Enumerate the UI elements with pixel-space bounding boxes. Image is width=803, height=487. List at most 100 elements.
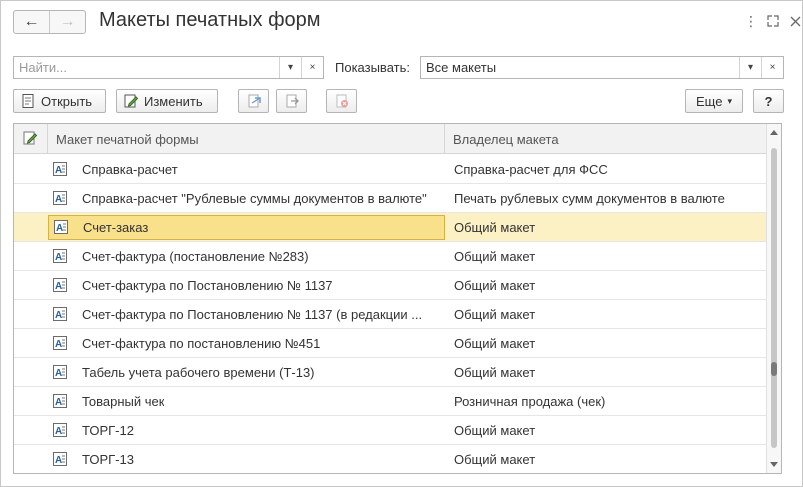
row-marker-cell	[14, 271, 48, 300]
template-name-cell[interactable]: A Табель учета рабочего времени (Т-13)	[48, 358, 445, 386]
svg-text:A: A	[55, 165, 62, 176]
navigation-buttons: ← →	[13, 10, 86, 34]
help-button[interactable]: ?	[753, 89, 784, 113]
import-button[interactable]	[238, 89, 269, 113]
template-owner-cell: Общий макет	[454, 451, 536, 467]
template-name-cell[interactable]: A ТОРГ-12	[48, 416, 445, 444]
template-owner-cell: Общий макет	[454, 364, 536, 380]
table-row[interactable]: A Счет-заказ Общий макет	[14, 213, 767, 242]
row-marker-cell	[14, 300, 48, 329]
row-marker-cell	[14, 445, 48, 474]
template-name-cell[interactable]: A Справка-расчет	[48, 155, 445, 183]
scroll-down-icon[interactable]	[770, 462, 778, 467]
row-marker-cell	[14, 416, 48, 445]
template-name-cell[interactable]: A Счет-фактура (постановление №283)	[48, 242, 445, 270]
search-clear-button[interactable]: ×	[301, 57, 323, 78]
table-row[interactable]: A Табель учета рабочего времени (Т-13) Общ…	[14, 358, 767, 387]
open-button[interactable]: Открыть	[13, 89, 106, 113]
column-header-name[interactable]: Макет печатной формы	[48, 124, 445, 154]
svg-text:A: A	[55, 368, 62, 379]
edit-button-label: Изменить	[144, 93, 203, 109]
template-owner-cell: Общий макет	[454, 277, 536, 293]
template-name: Справка-расчет "Рублевые суммы документо…	[82, 190, 427, 206]
template-owner-cell: Общий макет	[454, 335, 536, 351]
table-row[interactable]: A Счет-фактура по постановлению №451 Общий…	[14, 329, 767, 358]
scrollbar-thumb[interactable]	[771, 362, 777, 376]
row-marker-cell	[14, 329, 48, 358]
template-document-icon: A	[52, 161, 68, 177]
template-name-cell[interactable]: A Счет-фактура по Постановлению № 1137	[48, 271, 445, 299]
table-row[interactable]: A Счет-фактура (постановление №283) Общий …	[14, 242, 767, 271]
svg-text:A: A	[55, 194, 62, 205]
row-marker-cell	[14, 387, 48, 416]
row-marker-cell	[14, 155, 48, 184]
search-dropdown-button[interactable]: ▾	[279, 57, 301, 78]
table-row[interactable]: A Счет-фактура по Постановлению № 1137 Общ…	[14, 271, 767, 300]
row-marker-cell	[14, 184, 48, 213]
more-icon[interactable]: ⋮	[741, 11, 761, 31]
open-button-label: Открыть	[41, 93, 93, 109]
table-row[interactable]: A ТОРГ-13 Общий макет	[14, 445, 767, 474]
scroll-up-icon[interactable]	[770, 130, 778, 135]
pencil-icon	[22, 130, 38, 149]
template-name: Счет-фактура по постановлению №451	[82, 335, 321, 351]
more-actions-button[interactable]: Еще ▾	[685, 89, 743, 113]
template-owner-cell: Справка-расчет для ФСС	[454, 161, 608, 177]
table-row[interactable]: A Счет-фактура по Постановлению № 1137 (в…	[14, 300, 767, 329]
template-document-icon: A	[52, 277, 68, 293]
template-name-cell[interactable]: A ТОРГ-13	[48, 445, 445, 473]
template-name: Справка-расчет	[82, 161, 178, 177]
search-input[interactable]	[14, 57, 279, 78]
show-filter-dropdown-button[interactable]: ▾	[739, 57, 761, 78]
more-actions-label: Еще	[696, 93, 723, 109]
template-document-icon: A	[52, 306, 68, 322]
expand-icon[interactable]	[763, 11, 783, 31]
back-button[interactable]: ←	[14, 11, 49, 33]
templates-table: Макет печатной формы Владелец макета A Сп…	[13, 123, 782, 474]
export-button[interactable]	[276, 89, 307, 113]
show-filter-input[interactable]	[421, 57, 739, 78]
delete-template-icon	[334, 93, 350, 109]
page-title: Макеты печатных форм	[99, 9, 321, 31]
forward-button[interactable]: →	[50, 11, 85, 33]
template-document-icon: A	[52, 451, 68, 467]
template-name: Счет-фактура по Постановлению № 1137	[82, 277, 333, 293]
template-name-cell[interactable]: A Счет-фактура по Постановлению № 1137 (в…	[48, 300, 445, 328]
search-field: ▾ ×	[13, 56, 324, 79]
template-name: Счет-фактура по Постановлению № 1137 (в …	[82, 306, 423, 322]
delete-template-button[interactable]	[326, 89, 357, 113]
scrollbar-track[interactable]	[771, 148, 777, 448]
template-document-icon: A	[52, 364, 68, 380]
export-template-icon	[284, 93, 300, 109]
template-name-cell[interactable]: A Справка-расчет "Рублевые суммы документ…	[48, 184, 445, 212]
row-marker-cell	[14, 358, 48, 387]
template-document-icon: A	[52, 190, 68, 206]
template-document-icon: A	[52, 248, 68, 264]
template-owner-cell: Общий макет	[454, 248, 536, 264]
template-owner-cell: Общий макет	[454, 422, 536, 438]
column-header-owner[interactable]: Владелец макета	[445, 124, 767, 154]
import-template-icon	[246, 93, 262, 109]
table-row[interactable]: A ТОРГ-12 Общий макет	[14, 416, 767, 445]
svg-text:A: A	[55, 252, 62, 263]
svg-text:A: A	[55, 397, 62, 408]
edit-column-header[interactable]	[14, 124, 48, 154]
template-name-cell[interactable]: A Счет-заказ	[48, 214, 445, 240]
close-icon[interactable]	[785, 11, 803, 31]
template-document-icon: A	[52, 422, 68, 438]
show-filter-field: ▾ ×	[420, 56, 784, 79]
svg-text:A: A	[55, 281, 62, 292]
svg-text:A: A	[55, 426, 62, 437]
table-body: A Справка-расчет Справка-расчет для ФСС A Сп…	[14, 155, 767, 474]
table-row[interactable]: A Товарный чек Розничная продажа (чек)	[14, 387, 767, 416]
edit-button[interactable]: Изменить	[116, 89, 218, 113]
template-name-cell[interactable]: A Товарный чек	[48, 387, 445, 415]
template-document-icon: A	[53, 219, 69, 235]
show-filter-clear-button[interactable]: ×	[761, 57, 783, 78]
table-row[interactable]: A Справка-расчет "Рублевые суммы документ…	[14, 184, 767, 213]
template-name-cell[interactable]: A Счет-фактура по постановлению №451	[48, 329, 445, 357]
row-marker-cell	[14, 213, 48, 242]
vertical-scrollbar[interactable]	[766, 124, 781, 473]
print-forms-window: ← → Макеты печатных форм ⋮ ▾ × Показыват…	[0, 0, 803, 487]
table-row[interactable]: A Справка-расчет Справка-расчет для ФСС	[14, 155, 767, 184]
